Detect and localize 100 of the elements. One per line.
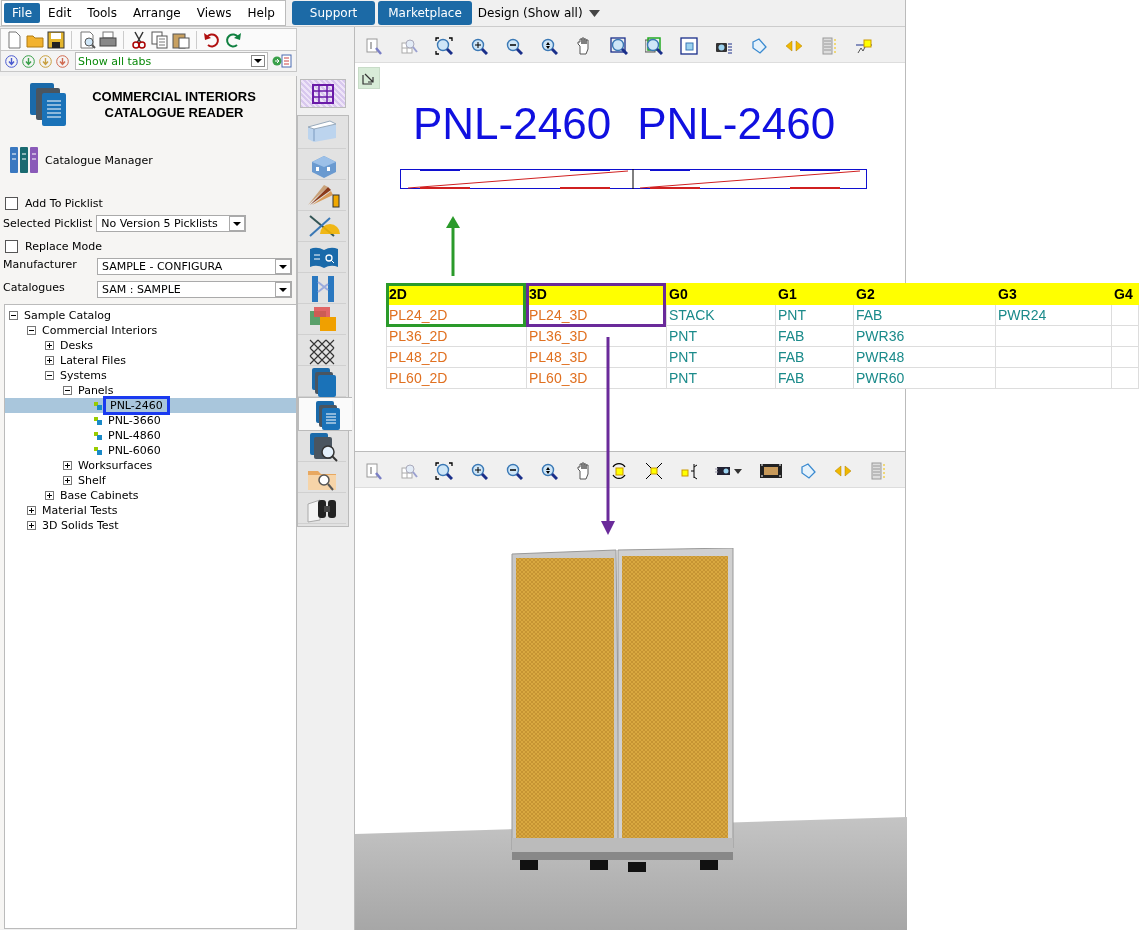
tag-icon[interactable] (750, 36, 768, 55)
expand-icon[interactable] (45, 356, 54, 365)
tree-item[interactable]: Panels (76, 384, 116, 397)
zoom-in-icon[interactable] (470, 461, 488, 480)
caret-icon (275, 259, 291, 274)
paste-icon[interactable] (172, 30, 190, 49)
tree-item[interactable]: Sample Catalog (22, 309, 113, 322)
frame-icon[interactable] (680, 36, 698, 55)
binders-icon[interactable] (9, 145, 39, 175)
field-label: Catalogues (3, 281, 66, 294)
printer-icon[interactable] (99, 30, 117, 49)
menu-item[interactable]: Tools (79, 3, 125, 23)
side-tab[interactable] (298, 397, 352, 431)
print-preview-icon[interactable] (78, 30, 96, 49)
item-icon (94, 416, 102, 425)
insert-button[interactable] (358, 67, 380, 89)
table-cell: PL48_2D (386, 346, 527, 368)
panel-title: COMMERCIAL INTERIORS CATALOGUE READER (91, 89, 257, 121)
zoom-extents-icon[interactable] (435, 461, 453, 480)
catalogue-manager-link[interactable]: Catalogue Manager (45, 153, 153, 167)
fit-icon[interactable] (645, 461, 663, 480)
column-header: G3 (995, 283, 1112, 305)
checkbox-label: Replace Mode (25, 239, 102, 253)
tree-item[interactable]: 3D Solids Test (40, 519, 121, 532)
down-arrow-icon[interactable] (5, 54, 18, 68)
tree-item[interactable]: PNL-6060 (106, 444, 163, 457)
tree-item[interactable]: Lateral Files (58, 354, 128, 367)
layout-tab[interactable] (300, 79, 346, 108)
checkbox[interactable] (5, 239, 18, 253)
collapse-icon[interactable] (9, 311, 18, 320)
down-arrow-icon[interactable] (56, 54, 69, 68)
tag-icon[interactable] (799, 461, 817, 480)
checkbox-label: Add To Picklist (25, 196, 103, 210)
zoom-selection-icon[interactable] (645, 36, 663, 55)
magnifier-icon[interactable] (540, 36, 558, 55)
menu-item[interactable]: Help (239, 3, 283, 23)
tree-item[interactable]: Worksurfaces (76, 459, 155, 472)
support-button[interactable]: Support (291, 1, 376, 25)
table-cell: PL36_2D (386, 325, 527, 347)
caret-icon (229, 216, 246, 231)
expand-icon[interactable] (45, 341, 54, 350)
zoom-out-icon[interactable] (505, 461, 523, 480)
picklist-select[interactable]: No Version 5 Picklists (96, 215, 247, 232)
expand-icon[interactable] (27, 521, 36, 530)
menu-item[interactable]: Edit (40, 3, 80, 23)
film-icon[interactable] (760, 461, 782, 480)
expand-icon[interactable] (27, 506, 36, 515)
arrow (446, 216, 460, 276)
collapse-icon[interactable] (63, 386, 72, 395)
manufacturer-select[interactable]: SAMPLE - CONFIGURA (97, 258, 292, 275)
marketplace-button[interactable]: Marketplace (378, 1, 472, 25)
zoom-in-icon[interactable] (470, 36, 488, 55)
caret-icon (251, 55, 265, 67)
cube-icon[interactable] (680, 461, 698, 480)
tab-list-icon[interactable] (272, 53, 292, 69)
table-cell: PWR60 (853, 367, 996, 389)
expand-icon[interactable] (63, 461, 72, 470)
tree-item[interactable]: PNL-2460 (106, 399, 167, 412)
undo-icon[interactable] (203, 30, 221, 49)
side-tab[interactable] (298, 431, 346, 462)
tree-item[interactable]: Commercial Interiors (40, 324, 160, 337)
checkbox[interactable] (5, 196, 18, 210)
tab-filter-dropdown[interactable]: Show all tabs (75, 52, 268, 70)
panel-label: PNL-2460 (637, 99, 836, 149)
catalogues-select[interactable]: SAM : SAMPLE (97, 281, 292, 298)
zoom-extents-icon[interactable] (435, 36, 453, 55)
menu-item[interactable]: Views (188, 3, 240, 23)
zoom-window-icon[interactable] (610, 36, 628, 55)
rotate-icon[interactable] (610, 461, 628, 480)
save-icon[interactable] (47, 30, 65, 49)
tree-item[interactable]: Desks (58, 339, 96, 352)
magnifier-icon[interactable] (540, 461, 558, 480)
expand-icon[interactable] (45, 491, 54, 500)
down-arrow-icon[interactable] (22, 54, 35, 68)
caret-icon[interactable] (588, 9, 600, 17)
item-icon (94, 401, 102, 410)
tree-item[interactable]: PNL-3660 (106, 414, 163, 427)
collapse-icon[interactable] (27, 326, 36, 335)
table-cell: PNT (666, 367, 776, 389)
view-mode-dropdown[interactable]: Design (Show all) (477, 6, 583, 20)
pin-icon[interactable] (855, 36, 873, 55)
redo-icon[interactable] (224, 30, 242, 49)
panel-label: PNL-2460 (413, 99, 612, 149)
menu-item[interactable]: File (4, 3, 41, 23)
menu-item[interactable]: Arrange (124, 3, 189, 23)
item-icon (94, 446, 102, 455)
tree-item[interactable]: Base Cabinets (58, 489, 141, 502)
copy-icon[interactable] (151, 30, 169, 49)
tree-item[interactable]: PNL-4860 (106, 429, 163, 442)
table-cell: PL48_3D (526, 346, 667, 368)
cut-icon[interactable] (130, 30, 148, 49)
collapse-icon[interactable] (45, 371, 54, 380)
page-magnifier-icon[interactable] (365, 36, 383, 55)
page-magnifier-icon[interactable] (365, 461, 383, 480)
zoom-out-icon[interactable] (505, 36, 523, 55)
table-cell: FAB (853, 304, 996, 326)
tree-item[interactable]: Shelf (76, 474, 108, 487)
expand-icon[interactable] (63, 476, 72, 485)
tree-item[interactable]: Material Tests (40, 504, 120, 517)
tree-item[interactable]: Systems (58, 369, 109, 382)
